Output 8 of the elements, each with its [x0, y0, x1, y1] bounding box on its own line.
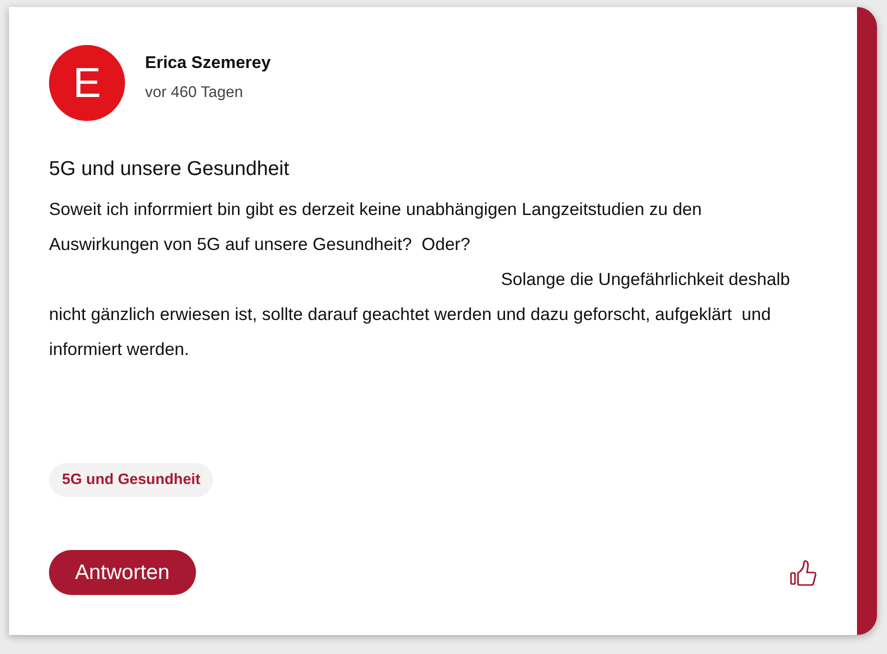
post-body: Soweit ich inforrmiert bin gibt es derzeit keine unabhängigen Langzeitstudien zu den Auswirkungen von 5G auf unsere Gesundheit? Oder? Solange die Ungefährlichkeit deshalb nicht gänzlich erwiesen ist, sollte darauf geachtet werden und dazu geforscht, aufgeklärt und informiert werden. — [49, 198, 791, 361]
topic-tag[interactable]: 5G und Gesundheit — [49, 463, 214, 497]
post-title: 5G und unsere Gesundheit — [49, 157, 290, 182]
reply-button[interactable]: Antworten — [49, 550, 196, 595]
post-time: vor 460 Tagen — [145, 83, 244, 103]
author-name: Erica Szemerey — [145, 52, 271, 74]
avatar: E — [49, 45, 125, 121]
thumbs-up-icon[interactable] — [790, 560, 817, 586]
